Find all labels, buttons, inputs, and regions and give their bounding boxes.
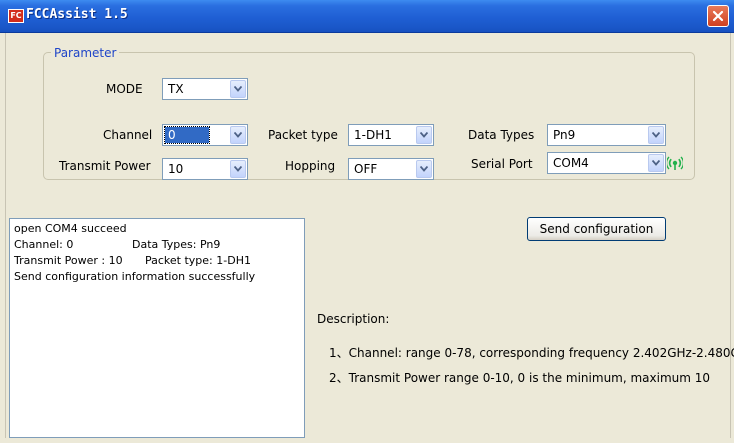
channel-dropdown-arrow[interactable]	[230, 126, 246, 144]
chevron-down-icon	[420, 132, 428, 138]
data-types-select[interactable]: Pn9	[547, 124, 666, 146]
channel-select[interactable]: 0	[162, 124, 248, 146]
client-area: Parameter MODE TX Channel 0 Packet type …	[5, 33, 734, 438]
serial-port-dropdown-arrow[interactable]	[648, 154, 664, 172]
description-heading: Description:	[317, 312, 390, 326]
window-title: FCCAssist 1.5	[26, 7, 128, 22]
connection-status-icon	[667, 156, 683, 170]
close-button[interactable]	[707, 5, 729, 27]
transmit-power-label: Transmit Power	[59, 159, 151, 173]
mode-label: MODE	[106, 82, 143, 96]
transmit-power-select[interactable]: 10	[162, 158, 248, 180]
data-types-dropdown-arrow[interactable]	[648, 126, 664, 144]
chevron-down-icon	[420, 166, 428, 172]
log-line: Packet type: 1-DH1	[145, 254, 251, 267]
log-line: open COM4 succeed	[14, 222, 127, 235]
chevron-down-icon	[234, 132, 242, 138]
description-item: 1、Channel: range 0-78, corresponding fre…	[329, 346, 734, 360]
packet-type-select[interactable]: 1-DH1	[348, 124, 434, 146]
chevron-down-icon	[652, 160, 660, 166]
chevron-down-icon	[234, 166, 242, 172]
hopping-label: Hopping	[285, 159, 336, 173]
serial-port-select[interactable]: COM4	[547, 152, 666, 174]
transmit-power-dropdown-arrow[interactable]	[230, 160, 246, 178]
log-line: Data Types: Pn9	[132, 238, 221, 251]
log-output[interactable]: open COM4 succeed Channel: 0 Data Types:…	[9, 218, 305, 438]
close-icon	[712, 10, 724, 22]
channel-label: Channel	[103, 128, 153, 142]
description-item: 2、Transmit Power range 0-10, 0 is the mi…	[329, 371, 711, 385]
data-types-label: Data Types	[468, 128, 535, 142]
mode-select[interactable]: TX	[162, 78, 248, 100]
hopping-value: OFF	[354, 162, 378, 176]
title-bar: FC FCCAssist 1.5	[0, 0, 734, 33]
serial-port-value: COM4	[553, 156, 589, 170]
transmit-power-value: 10	[168, 162, 184, 176]
log-line: Channel: 0	[14, 238, 74, 251]
send-configuration-button[interactable]: Send configuration	[527, 217, 666, 241]
mode-dropdown-arrow[interactable]	[230, 80, 246, 98]
hopping-dropdown-arrow[interactable]	[416, 160, 432, 178]
serial-port-label: Serial Port	[471, 157, 533, 171]
data-types-value: Pn9	[553, 128, 576, 142]
channel-value: 0	[164, 126, 210, 144]
log-line: Transmit Power : 10	[14, 254, 123, 267]
app-icon: FC	[8, 9, 24, 23]
packet-type-dropdown-arrow[interactable]	[416, 126, 432, 144]
mode-value: TX	[168, 82, 184, 96]
chevron-down-icon	[234, 86, 242, 92]
packet-type-label: Packet type	[268, 128, 338, 142]
chevron-down-icon	[652, 132, 660, 138]
packet-type-value: 1-DH1	[354, 128, 392, 142]
log-line: Send configuration information successfu…	[14, 270, 256, 283]
hopping-select[interactable]: OFF	[348, 158, 434, 180]
parameter-group-title: Parameter	[51, 46, 120, 60]
